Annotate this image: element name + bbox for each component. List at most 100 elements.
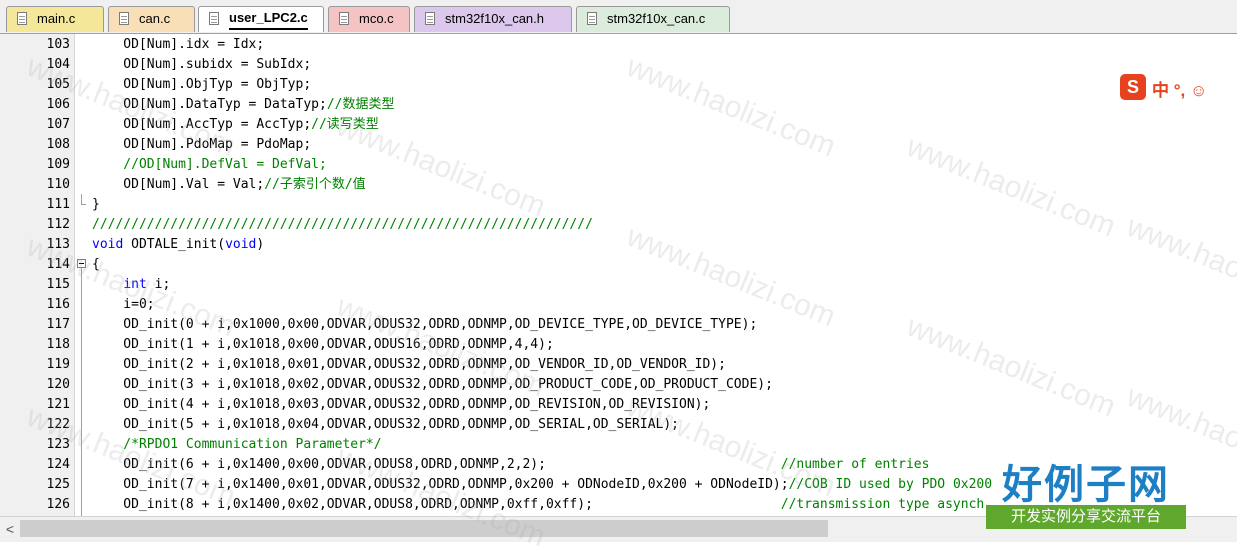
tab-label: main.c <box>37 11 76 26</box>
code-line: /*RPDO1 Communication Parameter*/ <box>92 435 382 455</box>
site-logo: 好例子网 开发实例分享交流平台 <box>986 452 1186 532</box>
code-comment: //读写类型 <box>311 117 379 132</box>
tab-label: stm32f10x_can.c <box>607 11 706 26</box>
code-keyword: void <box>225 237 257 252</box>
code-line: OD_init(4 + i,0x1018,0x03,ODVAR,ODUS32,O… <box>92 395 710 415</box>
code-text: OD[Num].subidx = SubIdx; <box>92 57 312 72</box>
file-icon <box>17 12 27 25</box>
code-line: OD[Num].ObjTyp = ObjTyp; <box>92 75 311 95</box>
line-number: 106 <box>46 97 70 112</box>
file-icon <box>119 12 129 25</box>
scroll-left-arrow-icon[interactable]: < <box>2 519 18 539</box>
code-line: OD_init(8 + i,0x1400,0x02,ODVAR,ODUS8,OD… <box>92 495 984 515</box>
tab-label: stm32f10x_can.h <box>445 11 545 26</box>
tab-label: mco.c <box>359 11 394 26</box>
code-text: OD_init(8 + i,0x1400,0x02,ODVAR,ODUS8,OD… <box>92 497 781 512</box>
code-keyword: void <box>92 237 124 252</box>
line-number: 109 <box>46 157 70 172</box>
line-number: 124 <box>46 457 70 472</box>
site-logo-subtitle: 开发实例分享交流平台 <box>986 505 1186 529</box>
code-text: OD[Num].idx = Idx; <box>92 37 265 52</box>
code-line: OD[Num].AccTyp = AccTyp;//读写类型 <box>92 115 379 135</box>
code-comment: //COB ID used by PDO 0x200 <box>788 477 993 492</box>
file-icon <box>339 12 349 25</box>
line-number: 126 <box>46 497 70 512</box>
code-text: ) <box>256 237 265 252</box>
fold-end-marker <box>81 204 86 205</box>
code-line: //OD[Num].DefVal = DefVal; <box>92 155 327 175</box>
code-text: OD_init(0 + i,0x1000,0x00,ODVAR,ODUS32,O… <box>92 317 758 332</box>
ime-toolbar[interactable]: S 中 °, ☺ <box>1120 72 1237 102</box>
tab-stm32f10x-can-c[interactable]: stm32f10x_can.c <box>576 6 730 32</box>
code-comment: //number of entries <box>780 457 930 472</box>
code-line: OD[Num].PdoMap = PdoMap; <box>92 135 311 155</box>
tab-stm32f10x-can-h[interactable]: stm32f10x_can.h <box>414 6 572 32</box>
fold-guide-line <box>81 268 82 516</box>
code-text: ODTALE_init( <box>123 237 226 252</box>
code-line: OD_init(3 + i,0x1018,0x02,ODVAR,ODUS32,O… <box>92 375 773 395</box>
fold-collapse-icon[interactable] <box>77 259 86 268</box>
scroll-thumb[interactable] <box>20 520 828 537</box>
tab-main-c[interactable]: main.c <box>6 6 104 32</box>
code-text: OD_init(7 + i,0x1400,0x01,ODVAR,ODUS32,O… <box>92 477 789 492</box>
code-text: OD_init(6 + i,0x1400,0x00,ODVAR,ODUS8,OD… <box>92 457 781 472</box>
code-comment: //transmission type asynch <box>780 497 985 512</box>
editor-tab-bar: main.c can.c user_LPC2.c mco.c stm32f10x_can… <box>0 0 1237 34</box>
code-comment: /*RPDO1 Communication Parameter*/ <box>92 437 382 452</box>
line-number: 105 <box>46 77 70 92</box>
code-text: OD_init(3 + i,0x1018,0x02,ODVAR,ODUS32,O… <box>92 377 773 392</box>
line-number: 118 <box>46 337 70 352</box>
code-line: OD_init(1 + i,0x1018,0x00,ODVAR,ODUS16,O… <box>92 335 554 355</box>
code-text: { <box>92 257 100 272</box>
line-number: 115 <box>46 277 70 292</box>
code-line: OD_init(5 + i,0x1018,0x04,ODVAR,ODUS32,O… <box>92 415 679 435</box>
code-line: ////////////////////////////////////////… <box>92 215 593 235</box>
code-text: i; <box>146 277 171 292</box>
code-comment: ////////////////////////////////////////… <box>92 217 593 232</box>
tab-mco-c[interactable]: mco.c <box>328 6 410 32</box>
code-text: OD[Num].AccTyp = AccTyp; <box>92 117 312 132</box>
code-line: OD[Num].DataTyp = DataTyp;//数据类型 <box>92 95 394 115</box>
file-icon <box>209 12 219 25</box>
fold-guide-line <box>81 194 82 204</box>
code-text: OD_init(1 + i,0x1018,0x00,ODVAR,ODUS16,O… <box>92 337 554 352</box>
code-line: void ODTALE_init(void) <box>92 235 264 255</box>
code-line: OD_init(6 + i,0x1400,0x00,ODVAR,ODUS8,OD… <box>92 455 929 475</box>
code-comment: //数据类型 <box>326 97 395 112</box>
line-number: 108 <box>46 137 70 152</box>
line-number: 122 <box>46 417 70 432</box>
tab-can-c[interactable]: can.c <box>108 6 195 32</box>
tab-user-lpc2-c[interactable]: user_LPC2.c <box>198 6 324 32</box>
code-text: OD_init(5 + i,0x1018,0x04,ODVAR,ODUS32,O… <box>92 417 679 432</box>
ime-status[interactable]: 中 °, ☺ <box>1152 76 1207 101</box>
code-text: OD[Num].Val = Val; <box>92 177 265 192</box>
line-number: 113 <box>46 237 70 252</box>
sogou-ime-icon[interactable]: S <box>1120 74 1146 100</box>
line-number: 103 <box>46 37 70 52</box>
line-number: 125 <box>46 477 70 492</box>
line-number: 121 <box>46 397 70 412</box>
code-editor[interactable]: 103 104 105 106 107 108 109 110 111 112 113 114 115 1… <box>0 34 1237 516</box>
code-line: OD[Num].Val = Val;//子索引个数/值 <box>92 175 366 195</box>
line-number-gutter: 103 104 105 106 107 108 109 110 111 112 113 114 115 1… <box>0 34 75 516</box>
line-number: 114 <box>46 257 70 272</box>
tab-label: can.c <box>139 11 171 26</box>
code-keyword: int <box>123 277 147 292</box>
code-line: OD[Num].idx = Idx; <box>92 35 264 55</box>
code-text: i=0; <box>92 297 155 312</box>
line-number: 104 <box>46 57 70 72</box>
line-number: 123 <box>46 437 70 452</box>
code-text: OD[Num].PdoMap = PdoMap; <box>92 137 312 152</box>
code-comment: //子索引个数/值 <box>264 177 366 192</box>
code-text: } <box>92 197 100 212</box>
line-number: 111 <box>46 197 70 212</box>
code-line: OD_init(2 + i,0x1018,0x01,ODVAR,ODUS32,O… <box>92 355 726 375</box>
file-icon <box>425 12 435 25</box>
code-text: OD[Num].ObjTyp = ObjTyp; <box>92 77 312 92</box>
line-number: 119 <box>46 357 70 372</box>
code-line: OD[Num].subidx = SubIdx; <box>92 55 311 75</box>
code-line: OD_init(7 + i,0x1400,0x01,ODVAR,ODUS32,O… <box>92 475 992 495</box>
tab-label: user_LPC2.c <box>229 8 308 30</box>
site-logo-title: 好例子网 <box>1002 463 1170 507</box>
